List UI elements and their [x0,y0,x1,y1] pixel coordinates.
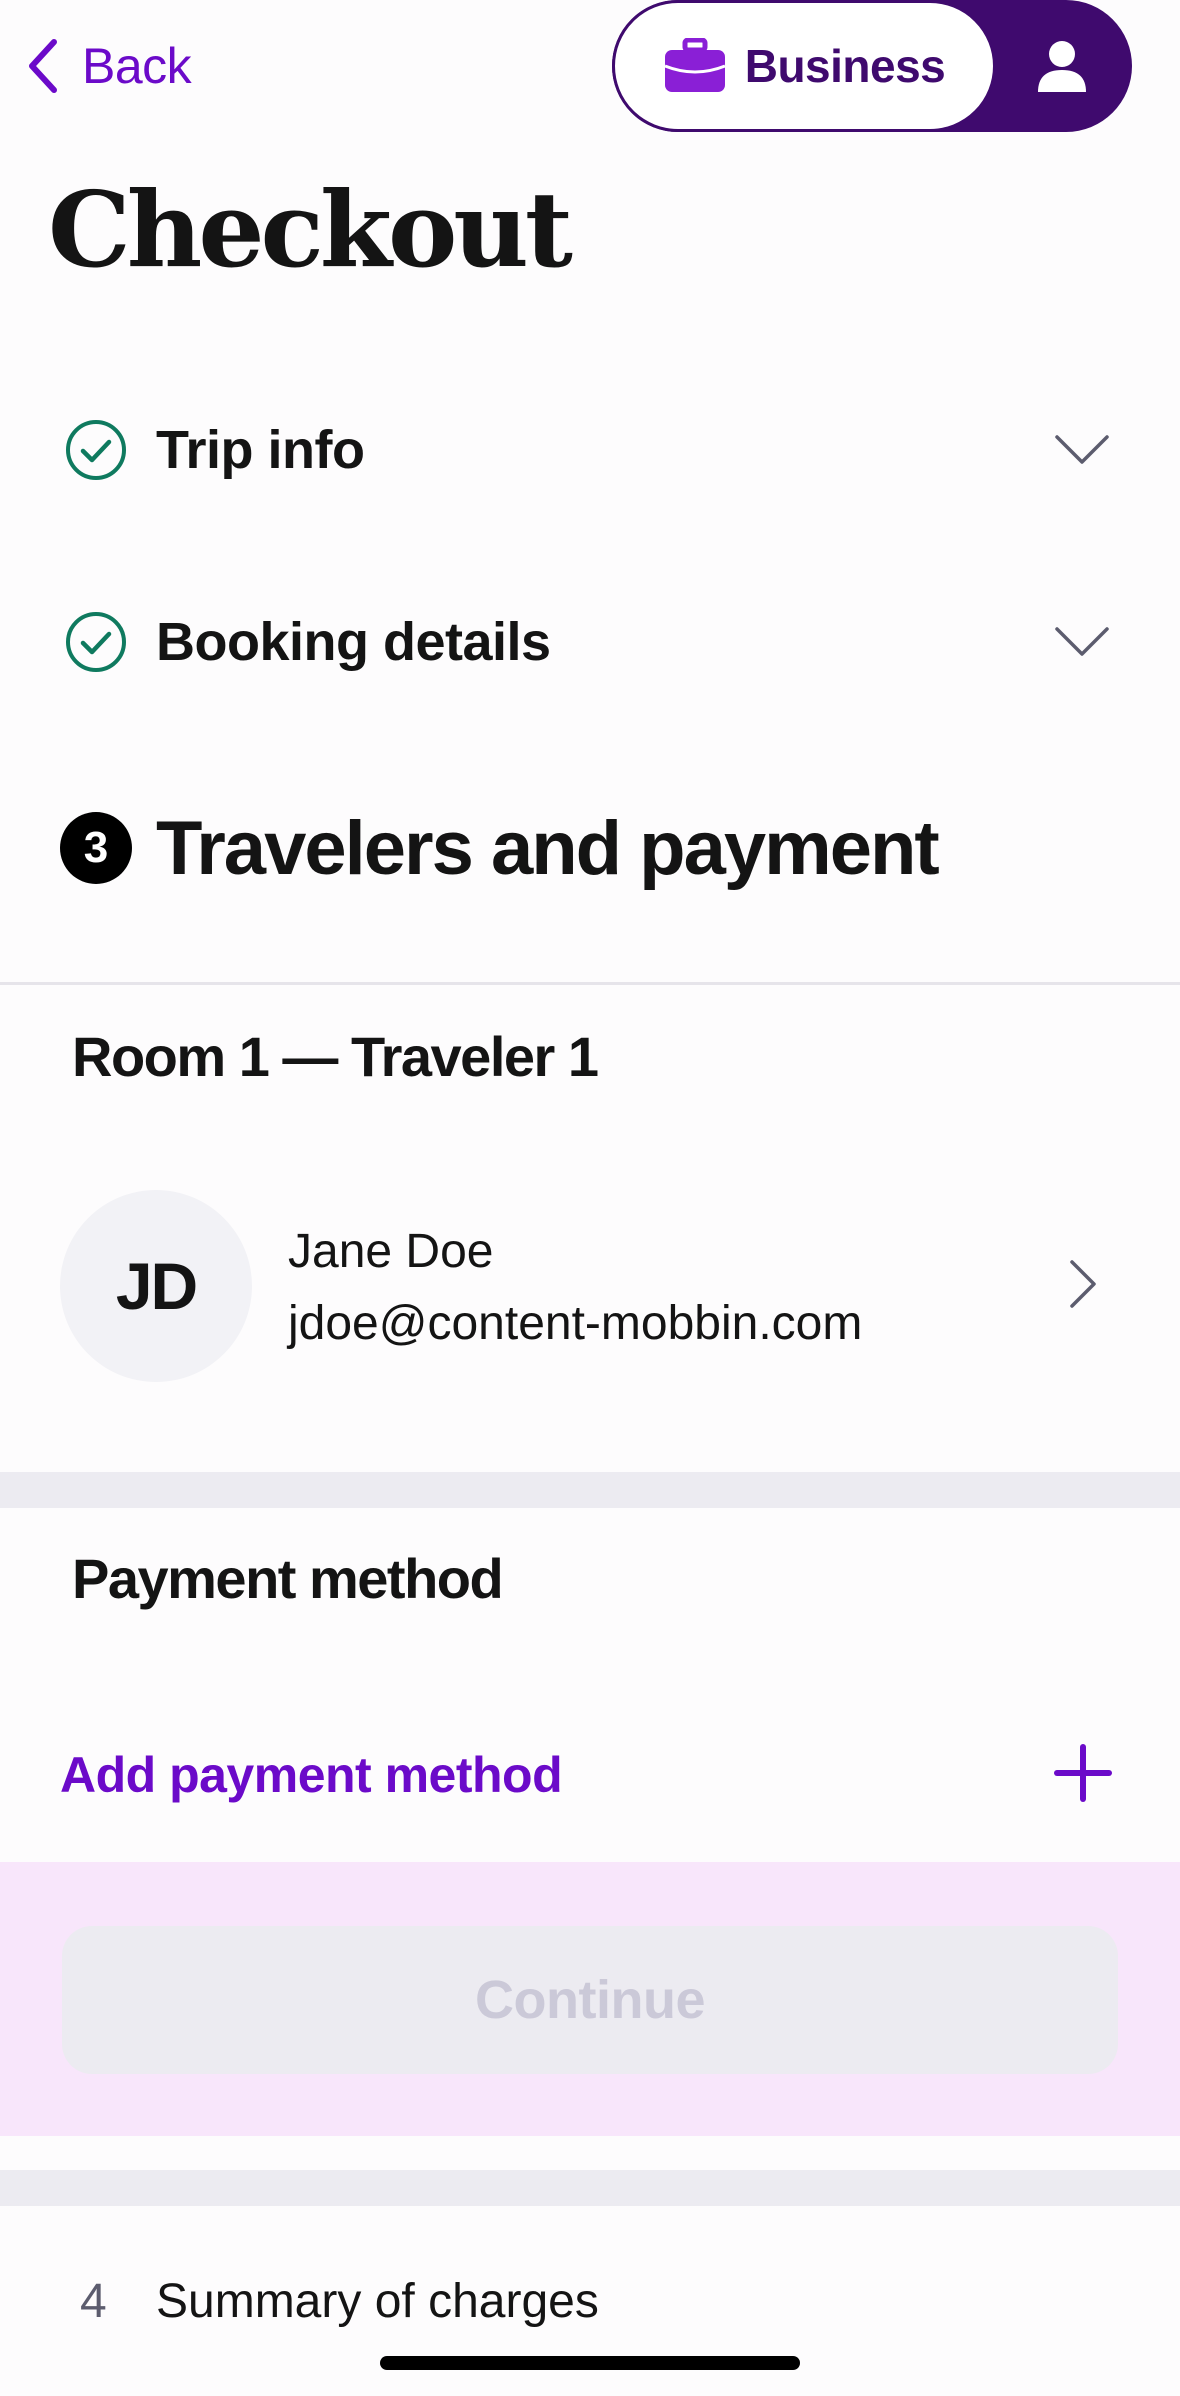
current-step-header: 3 Travelers and payment [60,804,940,892]
chevron-down-icon [1055,435,1109,464]
cta-area: Continue [0,1862,1180,2136]
step-number: 4 [80,2275,107,2328]
step-label: Summary of charges [156,2275,599,2328]
section-separator [0,2170,1180,2206]
traveler-card[interactable]: JD Jane Doe jdoe@content-mobbin.com [0,1184,1180,1384]
step-number-badge: 3 [60,812,132,884]
step-booking-details[interactable]: Booking details [0,582,1180,702]
home-indicator[interactable] [380,2356,800,2370]
traveler-name: Jane Doe [288,1225,494,1278]
add-payment-label: Add payment method [60,1747,563,1803]
briefcase-icon [664,38,726,92]
check-circle-icon [66,612,126,672]
chevron-right-icon [1070,1260,1096,1308]
chevron-left-icon [29,39,57,93]
section-separator [0,1472,1180,1508]
traveler-email: jdoe@content-mobbin.com [288,1297,863,1350]
payment-heading: Payment method [72,1547,504,1610]
continue-button[interactable]: Continue [62,1926,1118,2074]
avatar: JD [60,1190,252,1382]
step-label: Trip info [156,420,365,480]
step-label: Booking details [156,612,551,672]
add-payment-method-button[interactable]: Add payment method [0,1724,1180,1824]
back-button[interactable]: Back [24,30,192,102]
current-step-label: Travelers and payment [156,805,940,891]
step-summary-of-charges[interactable]: 4 Summary of charges [0,2250,1180,2350]
business-label: Business [744,40,946,92]
user-icon[interactable] [1032,36,1092,96]
traveler-heading: Room 1 — Traveler 1 [72,1025,599,1088]
plus-icon [1054,1744,1112,1802]
divider [0,982,1180,985]
business-mode-button[interactable]: Business [612,0,996,132]
step-trip-info[interactable]: Trip info [0,390,1180,510]
chevron-down-icon [1055,627,1109,656]
page-title: Checkout [48,168,573,291]
back-label: Back [82,38,192,94]
check-circle-icon [66,420,126,480]
account-mode-toggle: Business [612,0,1132,132]
